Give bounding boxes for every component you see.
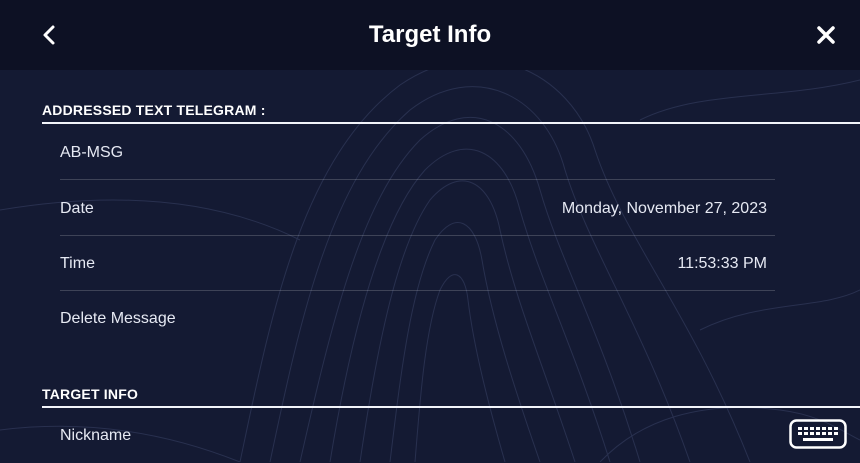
row-time: Time 11:53:33 PM	[60, 237, 775, 291]
chevron-left-icon	[43, 25, 55, 45]
row-date: Date Monday, November 27, 2023	[60, 182, 775, 236]
date-value: Monday, November 27, 2023	[561, 200, 767, 217]
row-nickname[interactable]: Nickname	[60, 409, 775, 463]
row-message[interactable]: AB-MSG	[60, 126, 775, 180]
title-bar: Target Info	[0, 0, 860, 70]
message-label: AB-MSG	[60, 144, 124, 161]
row-divider	[60, 179, 775, 180]
row-divider	[60, 290, 775, 291]
keyboard-icon	[789, 419, 847, 449]
delete-message-label: Delete Message	[60, 310, 176, 327]
page-title: Target Info	[368, 21, 492, 48]
close-icon	[817, 26, 835, 44]
section-header-telegram: ADDRESSED TEXT TELEGRAM :	[42, 102, 266, 118]
row-divider	[60, 235, 775, 236]
section-header-target: TARGET INFO	[42, 386, 139, 402]
section-divider	[42, 406, 860, 408]
time-value: 11:53:33 PM	[677, 255, 767, 272]
section-divider	[42, 122, 860, 124]
keyboard-button[interactable]	[786, 418, 850, 450]
nickname-label: Nickname	[60, 427, 132, 444]
time-label: Time	[60, 255, 95, 272]
date-label: Date	[60, 200, 94, 217]
back-button[interactable]	[30, 15, 70, 55]
delete-message-button[interactable]: Delete Message	[60, 292, 775, 346]
close-button[interactable]	[806, 15, 846, 55]
